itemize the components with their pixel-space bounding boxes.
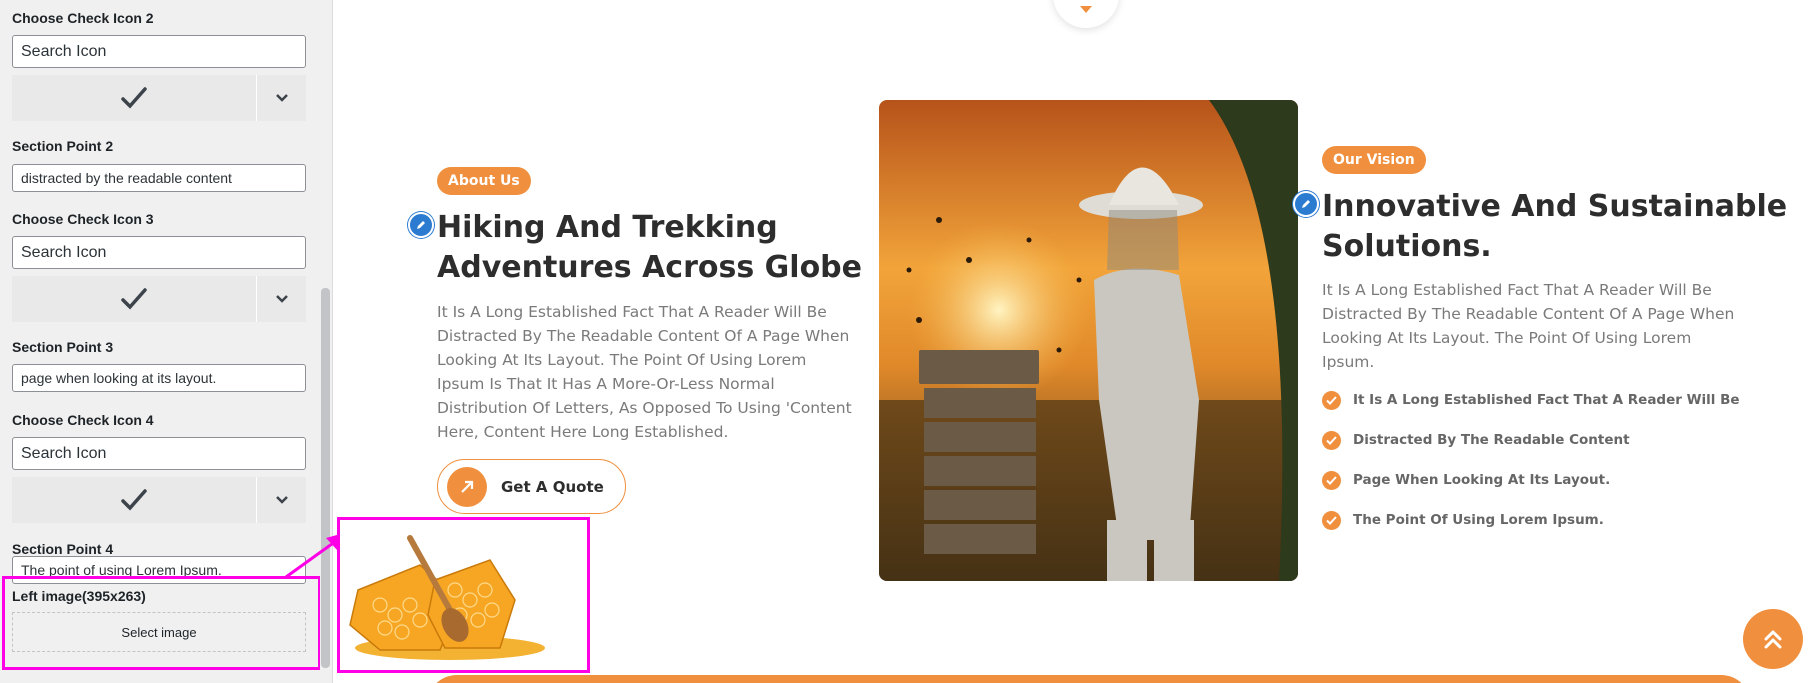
about-paragraph-line: Distracted By The Readable Content Of A … xyxy=(437,327,850,345)
vision-title-line-1: Innovative And Sustainable xyxy=(1322,189,1788,224)
section-point-3-input[interactable]: page when looking at its layout. xyxy=(12,364,306,392)
check-icon-4-search-input[interactable]: Search Icon xyxy=(12,437,306,470)
check-icon-4-label: Choose Check Icon 4 xyxy=(12,412,154,428)
vision-point-text: It Is A Long Established Fact That A Rea… xyxy=(1353,392,1740,408)
vision-point-text: Page When Looking At Its Layout. xyxy=(1353,472,1611,488)
get-a-quote-button[interactable]: Get A Quote xyxy=(437,459,626,514)
check-icon-3-picker[interactable] xyxy=(12,276,306,322)
left-image-label: Left image(395x263) xyxy=(12,588,146,604)
check-circle-icon xyxy=(1322,430,1341,450)
check-icon-3-label: Choose Check Icon 3 xyxy=(12,211,154,227)
section-point-2-input[interactable]: distracted by the readable content xyxy=(12,164,306,192)
section-point-4-label: Section Point 4 xyxy=(12,541,114,557)
about-paragraph-line: Here, Content Here Long Established. xyxy=(437,423,729,441)
section-point-3-label: Section Point 3 xyxy=(12,339,114,355)
checkmark-icon xyxy=(12,276,257,322)
panel-scrollbar-thumb[interactable] xyxy=(321,288,330,668)
arrow-up-right-icon xyxy=(447,466,487,507)
vision-paragraph-line: Ipsum. xyxy=(1322,353,1375,371)
vision-paragraph-line: Distracted By The Readable Content Of A … xyxy=(1322,305,1735,323)
check-icon-3-search-input[interactable]: Search Icon xyxy=(12,236,306,269)
check-icon-2-picker[interactable] xyxy=(12,75,306,121)
double-chevron-up-icon xyxy=(1764,630,1782,649)
about-us-badge: About Us xyxy=(437,167,531,195)
honeycomb-image xyxy=(349,535,545,660)
check-circle-icon xyxy=(1322,510,1341,530)
vision-paragraph-line: Looking At Its Layout. The Point Of Usin… xyxy=(1322,329,1692,347)
chevron-down-icon[interactable] xyxy=(257,75,306,121)
about-title: Hiking And Trekking Adventures Across Gl… xyxy=(437,208,862,288)
list-item: Distracted By The Readable Content xyxy=(1322,420,1740,460)
check-icon-4-picker[interactable] xyxy=(12,477,306,523)
pencil-icon[interactable] xyxy=(1293,191,1319,217)
checkmark-icon xyxy=(12,477,257,523)
vision-paragraph: It Is A Long Established Fact That A Rea… xyxy=(1322,278,1752,374)
vision-title-line-2: Solutions. xyxy=(1322,229,1492,264)
check-icon-2-label: Choose Check Icon 2 xyxy=(12,10,154,26)
check-circle-icon xyxy=(1322,390,1341,410)
vision-point-list: It Is A Long Established Fact That A Rea… xyxy=(1322,380,1740,540)
vision-point-text: Distracted By The Readable Content xyxy=(1353,432,1630,448)
checkmark-icon xyxy=(12,75,257,121)
section-top-marker xyxy=(1053,0,1119,28)
vision-title: Innovative And Sustainable Solutions. xyxy=(1322,187,1787,267)
beekeeper-photo xyxy=(879,100,1298,581)
our-vision-badge: Our Vision xyxy=(1322,146,1426,174)
section-point-2-label: Section Point 2 xyxy=(12,138,114,154)
check-icon-2-search-input[interactable]: Search Icon xyxy=(12,35,306,68)
about-title-line-1: Hiking And Trekking xyxy=(437,210,778,245)
about-paragraph-line: Distribution Of Letters, As Opposed To U… xyxy=(437,399,852,417)
list-item: It Is A Long Established Fact That A Rea… xyxy=(1322,380,1740,420)
next-section-bar xyxy=(427,675,1751,683)
list-item: Page When Looking At Its Layout. xyxy=(1322,460,1740,500)
about-paragraph: It Is A Long Established Fact That A Rea… xyxy=(437,300,867,444)
chevron-down-icon[interactable] xyxy=(257,276,306,322)
vision-paragraph-line: It Is A Long Established Fact That A Rea… xyxy=(1322,281,1712,299)
about-paragraph-line: It Is A Long Established Fact That A Rea… xyxy=(437,303,827,321)
list-item: The Point Of Using Lorem Ipsum. xyxy=(1322,500,1740,540)
about-paragraph-line: Ipsum Is That It Has A More-Or-Less Norm… xyxy=(437,375,775,393)
get-a-quote-label: Get A Quote xyxy=(501,477,604,496)
check-circle-icon xyxy=(1322,470,1341,490)
pencil-icon[interactable] xyxy=(408,212,434,238)
select-image-button[interactable]: Select image xyxy=(12,612,306,652)
about-title-line-2: Adventures Across Globe xyxy=(437,250,862,285)
scroll-to-top-button[interactable] xyxy=(1743,609,1803,669)
about-paragraph-line: Looking At Its Layout. The Point Of Usin… xyxy=(437,351,807,369)
vision-point-text: The Point Of Using Lorem Ipsum. xyxy=(1353,512,1604,528)
left-image-preview xyxy=(337,517,590,673)
